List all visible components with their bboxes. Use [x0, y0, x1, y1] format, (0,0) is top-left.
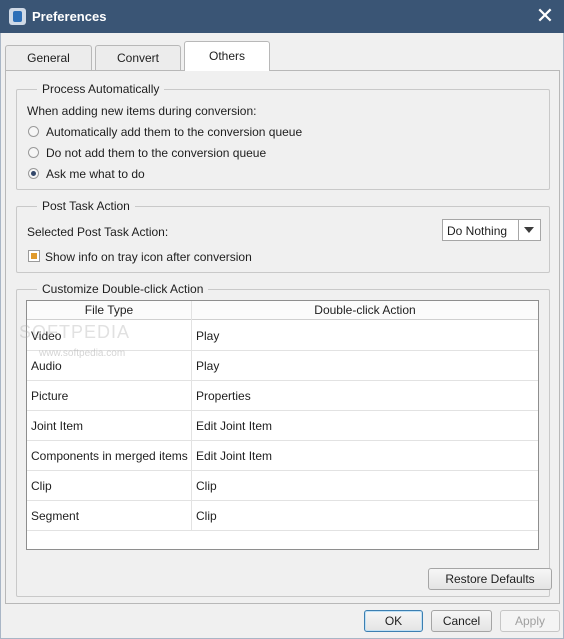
file-type-cell: Audio — [31, 359, 62, 373]
radio-do-not-add-label[interactable]: Do not add them to the conversion queue — [46, 146, 266, 160]
action-cell[interactable]: Clip — [196, 509, 217, 523]
post-task-action-select[interactable]: Do Nothing — [442, 219, 541, 241]
table-row[interactable]: Segment Clip — [27, 501, 538, 531]
radio-auto-add[interactable] — [28, 126, 39, 137]
radio-ask-me-label[interactable]: Ask me what to do — [46, 167, 145, 181]
post-task-action-group: Post Task Action Selected Post Task Acti… — [16, 199, 550, 273]
table-header: File Type Double-click Action — [27, 301, 538, 320]
column-header-double-click-action[interactable]: Double-click Action — [192, 303, 538, 317]
title-bar: Preferences ✕ — [0, 0, 564, 33]
action-cell[interactable]: Edit Joint Item — [196, 449, 272, 463]
group-legend: Customize Double-click Action — [37, 282, 209, 296]
process-automatically-group: Process Automatically When adding new it… — [16, 82, 550, 190]
selected-post-task-label: Selected Post Task Action: — [27, 225, 169, 239]
ok-button[interactable]: OK — [364, 610, 423, 632]
cancel-button[interactable]: Cancel — [431, 610, 492, 632]
table-row[interactable]: Components in merged items Edit Joint It… — [27, 441, 538, 471]
tab-convert[interactable]: Convert — [95, 45, 181, 70]
radio-ask-me[interactable] — [28, 168, 39, 179]
softpedia-watermark-url: www.softpedia.com — [39, 348, 126, 359]
action-cell[interactable]: Play — [196, 329, 219, 343]
group-legend: Process Automatically — [37, 82, 165, 96]
action-cell[interactable]: Edit Joint Item — [196, 419, 272, 433]
chevron-down-icon[interactable] — [518, 220, 540, 240]
group-legend: Post Task Action — [37, 199, 135, 213]
app-icon — [9, 8, 26, 25]
post-task-action-value: Do Nothing — [447, 224, 508, 238]
file-type-cell: Components in merged items — [31, 449, 188, 463]
tray-info-checkbox-label[interactable]: Show info on tray icon after conversion — [45, 250, 252, 264]
file-type-cell: Segment — [31, 509, 80, 523]
table-row[interactable]: Picture Properties — [27, 381, 538, 411]
file-type-cell: Clip — [31, 479, 52, 493]
table-row[interactable]: Joint Item Edit Joint Item — [27, 411, 538, 441]
window-title: Preferences — [32, 9, 107, 24]
radio-do-not-add[interactable] — [28, 147, 39, 158]
table-row[interactable]: Clip Clip — [27, 471, 538, 501]
action-cell[interactable]: Clip — [196, 479, 217, 493]
file-type-cell: Picture — [31, 389, 69, 403]
action-cell[interactable]: Play — [196, 359, 219, 373]
when-adding-label: When adding new items during conversion: — [27, 104, 257, 118]
softpedia-watermark: SOFTPEDIA — [19, 322, 131, 342]
tab-others[interactable]: Others — [184, 41, 270, 71]
close-icon[interactable]: ✕ — [534, 5, 556, 27]
tray-info-checkbox[interactable] — [28, 250, 40, 262]
column-header-file-type[interactable]: File Type — [27, 303, 191, 317]
apply-button[interactable]: Apply — [500, 610, 560, 632]
action-cell[interactable]: Properties — [196, 389, 251, 403]
preferences-dialog: General Convert Others Process Automatic… — [0, 33, 564, 639]
file-type-cell: Joint Item — [31, 419, 84, 433]
radio-auto-add-label[interactable]: Automatically add them to the conversion… — [46, 125, 302, 139]
tab-general[interactable]: General — [5, 45, 92, 70]
restore-defaults-button[interactable]: Restore Defaults — [428, 568, 552, 590]
